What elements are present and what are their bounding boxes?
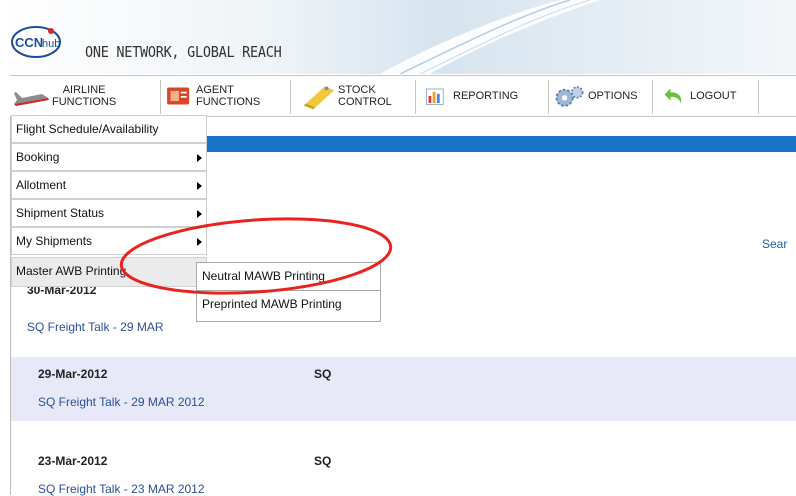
back-arrow-icon bbox=[664, 88, 682, 104]
dropdown-item-label: Booking bbox=[16, 150, 60, 164]
menu-agent-functions[interactable]: AGENT FUNCTIONS bbox=[162, 80, 260, 112]
dropdown-item-label: Allotment bbox=[16, 178, 67, 192]
dropdown-item-label: Flight Schedule/Availability bbox=[16, 122, 159, 136]
dropdown-item-booking[interactable]: Booking bbox=[11, 143, 207, 171]
submenu-item-label: Neutral MAWB Printing bbox=[202, 269, 325, 283]
airplane-icon bbox=[14, 92, 49, 106]
menu-label: AIRLINE FUNCTIONS bbox=[52, 84, 117, 108]
tagline: ONE NETWORK, GLOBAL REACH bbox=[85, 43, 282, 61]
menu-divider bbox=[415, 80, 416, 114]
news-link[interactable]: SQ Freight Talk - 29 MAR 2012 bbox=[38, 395, 205, 409]
dropdown-item-label: Master AWB Printing bbox=[16, 264, 127, 278]
submenu-arrow-icon bbox=[197, 154, 202, 162]
header-swoosh-graphic bbox=[0, 0, 796, 74]
content-title-bar bbox=[207, 136, 796, 152]
dropdown-item-allotment[interactable]: Allotment bbox=[11, 171, 207, 199]
menu-divider bbox=[160, 80, 161, 114]
dropdown-item-my-shipments[interactable]: My Shipments bbox=[11, 227, 207, 255]
news-source: SQ bbox=[314, 367, 332, 381]
dropdown-item-flight-schedule[interactable]: Flight Schedule/Availability bbox=[11, 115, 207, 143]
menu-label: AGENT FUNCTIONS bbox=[196, 84, 261, 108]
stock-icon bbox=[303, 86, 335, 110]
menu-airline-functions[interactable]: AIRLINE FUNCTIONS bbox=[12, 80, 116, 112]
menu-logout[interactable]: LOGOUT bbox=[660, 80, 736, 112]
gears-icon bbox=[555, 86, 584, 107]
news-link[interactable]: SQ Freight Talk - 29 MAR bbox=[27, 320, 164, 334]
news-item: 29-Mar-2012 SQ SQ Freight Talk - 29 MAR … bbox=[11, 357, 796, 421]
header: CCN hub ONE NETWORK, GLOBAL REACH bbox=[0, 0, 796, 74]
menu-divider bbox=[652, 80, 653, 114]
dropdown-item-master-awb-printing[interactable]: Master AWB Printing bbox=[11, 257, 207, 287]
submenu-arrow-icon bbox=[197, 238, 202, 246]
search-link[interactable]: Sear bbox=[762, 237, 787, 251]
dropdown-item-shipment-status[interactable]: Shipment Status bbox=[11, 199, 207, 227]
submenu-arrow-icon bbox=[197, 182, 202, 190]
menu-divider bbox=[290, 80, 291, 114]
bar-chart-icon bbox=[426, 88, 444, 105]
svg-text:CCN: CCN bbox=[15, 35, 43, 50]
menu-divider bbox=[758, 80, 759, 114]
news-date: 23-Mar-2012 bbox=[38, 454, 108, 468]
menu-stock-control[interactable]: STOCK CONTROL bbox=[300, 80, 392, 112]
svg-text:hub: hub bbox=[42, 38, 60, 50]
menu-divider bbox=[548, 80, 549, 114]
news-date: 29-Mar-2012 bbox=[38, 367, 108, 381]
menu-reporting[interactable]: REPORTING bbox=[425, 80, 518, 112]
dropdown-item-label: My Shipments bbox=[16, 234, 93, 248]
news-source: SQ bbox=[314, 454, 332, 468]
main-menu-bar: AIRLINE FUNCTIONS AGENT FUNCTIONS STOCK … bbox=[10, 75, 796, 117]
submenu-item-neutral-mawb-printing[interactable]: Neutral MAWB Printing bbox=[196, 262, 381, 291]
menu-options[interactable]: OPTIONS bbox=[552, 80, 638, 112]
submenu-arrow-icon bbox=[197, 210, 202, 218]
menu-label: LOGOUT bbox=[690, 90, 737, 102]
menu-label: OPTIONS bbox=[588, 90, 638, 102]
news-link[interactable]: SQ Freight Talk - 23 MAR 2012 bbox=[38, 482, 205, 496]
agent-card-icon bbox=[167, 87, 190, 105]
submenu-item-preprinted-mawb-printing[interactable]: Preprinted MAWB Printing bbox=[196, 290, 381, 322]
menu-label: STOCK CONTROL bbox=[338, 84, 392, 108]
menu-label: REPORTING bbox=[453, 90, 519, 102]
dropdown-item-label: Shipment Status bbox=[16, 206, 105, 220]
submenu-item-label: Preprinted MAWB Printing bbox=[202, 297, 342, 311]
ccnhub-logo[interactable]: CCN hub bbox=[10, 25, 62, 59]
